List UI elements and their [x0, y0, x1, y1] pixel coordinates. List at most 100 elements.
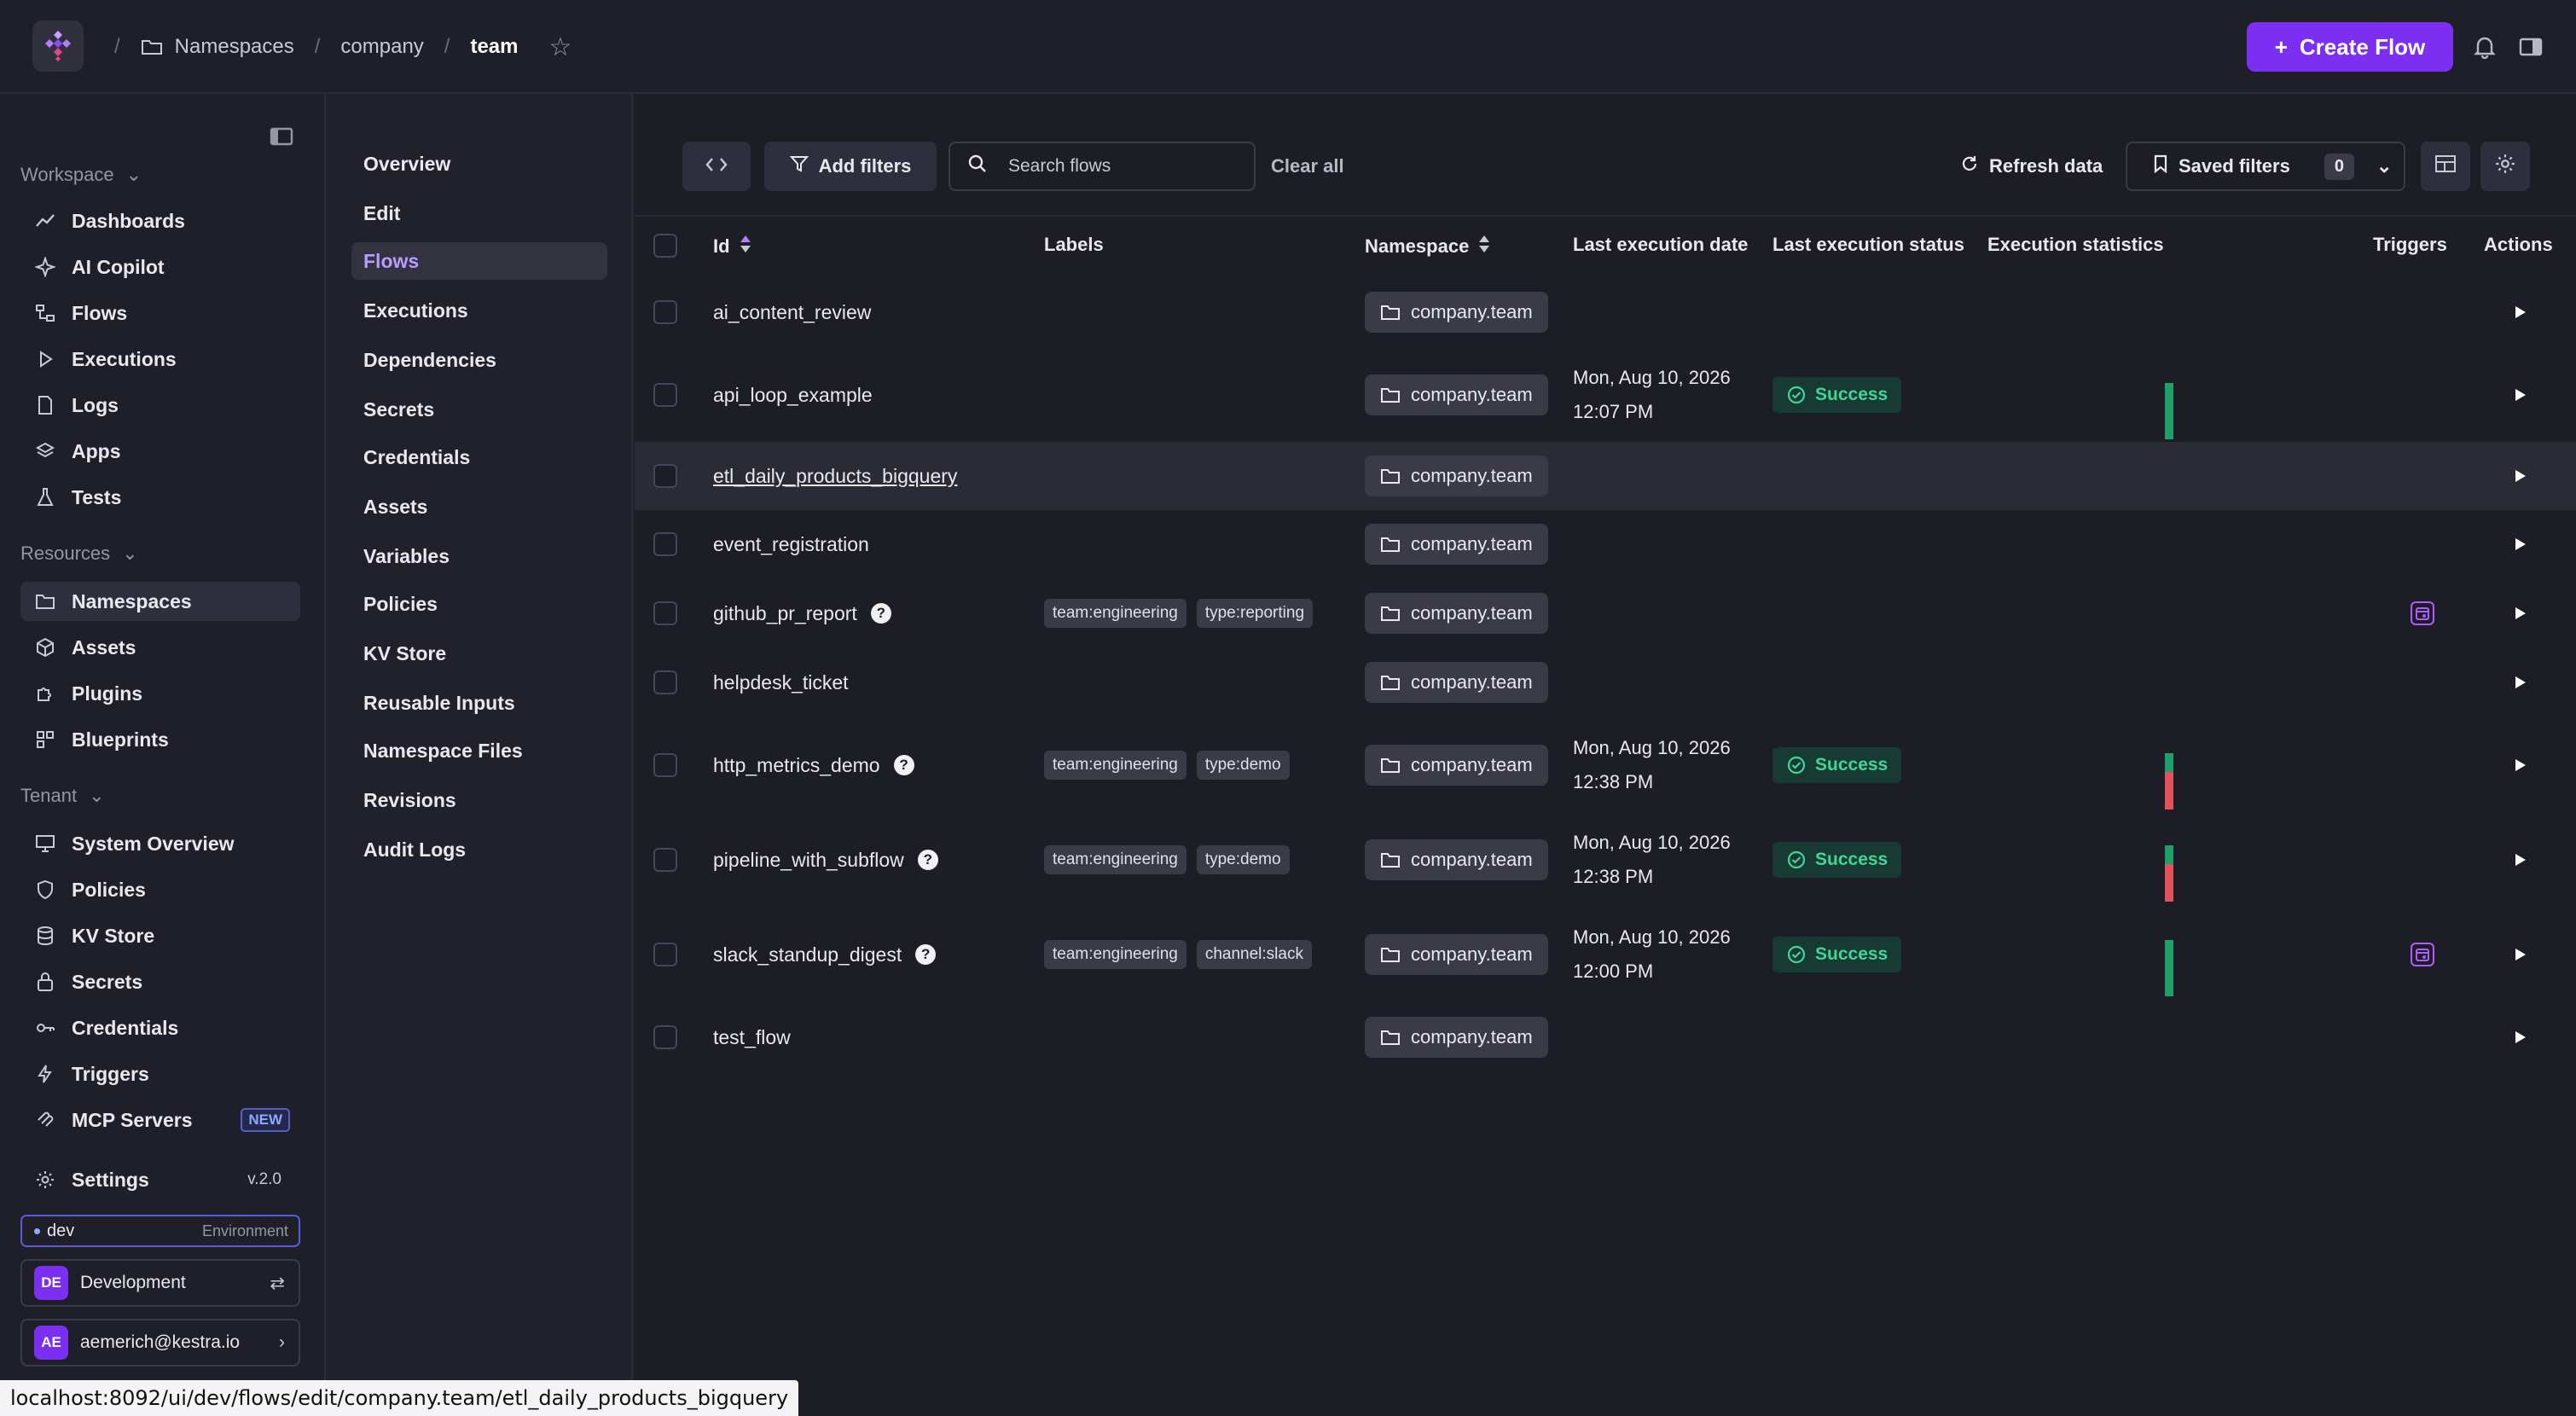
label-chip[interactable]: type:demo: [1196, 845, 1290, 874]
help-icon[interactable]: ?: [870, 603, 891, 624]
label-chip[interactable]: team:engineering: [1044, 599, 1186, 628]
status-badge[interactable]: Success: [1772, 842, 1902, 878]
table-view-button[interactable]: [2421, 142, 2470, 191]
stat-bar-success[interactable]: [2165, 753, 2173, 772]
subnav-secrets[interactable]: Secrets: [351, 391, 607, 428]
flow-id-link[interactable]: api_loop_example: [713, 384, 873, 407]
help-icon[interactable]: ?: [893, 755, 914, 775]
user-menu[interactable]: AE aemerich@kestra.io ›: [20, 1319, 300, 1367]
table-row[interactable]: github_pr_report? team:engineering type:re…: [635, 579, 2576, 647]
namespace-chip[interactable]: company.team: [1365, 662, 1548, 703]
environment-selector[interactable]: dev Environment: [20, 1215, 300, 1247]
section-resources[interactable]: Resources ⌄: [20, 543, 138, 565]
sidebar-item-kv-store[interactable]: KV Store: [20, 916, 300, 955]
saved-filters-dropdown[interactable]: Saved filters 0 ⌄: [2126, 142, 2405, 191]
run-flow-icon[interactable]: [2508, 299, 2533, 325]
sidebar-item-secrets[interactable]: Secrets: [20, 962, 300, 1001]
breadcrumb-namespaces[interactable]: Namespaces: [141, 35, 294, 59]
sidebar-item-assets[interactable]: Assets: [20, 628, 300, 667]
column-namespace[interactable]: Namespace: [1365, 234, 1491, 259]
sidebar-item-policies[interactable]: Policies: [20, 870, 300, 909]
sidebar-item-system-overview[interactable]: System Overview: [20, 824, 300, 863]
label-chip[interactable]: type:demo: [1196, 751, 1290, 780]
schedule-trigger-icon[interactable]: [2411, 601, 2434, 625]
subnav-policies[interactable]: Policies: [351, 585, 607, 623]
sidebar-item-logs[interactable]: Logs: [20, 386, 300, 425]
sidebar-item-flows[interactable]: Flows: [20, 293, 300, 333]
flow-id-link[interactable]: test_flow: [713, 1026, 791, 1049]
subnav-revisions[interactable]: Revisions: [351, 781, 607, 819]
subnav-audit-logs[interactable]: Audit Logs: [351, 831, 607, 868]
flow-id-link[interactable]: etl_daily_products_bigquery: [713, 465, 957, 488]
flow-id-link[interactable]: github_pr_report: [713, 602, 857, 625]
subnav-reusable-inputs[interactable]: Reusable Inputs: [351, 684, 607, 722]
flow-id-link[interactable]: slack_standup_digest: [713, 943, 902, 966]
namespace-chip[interactable]: company.team: [1365, 593, 1548, 634]
status-badge[interactable]: Success: [1772, 377, 1902, 413]
star-icon[interactable]: ☆: [549, 32, 572, 62]
row-checkbox[interactable]: [653, 1025, 677, 1049]
sidebar-item-settings[interactable]: Settings v.2.0: [20, 1160, 300, 1199]
code-view-button[interactable]: [682, 142, 751, 191]
flow-id-link[interactable]: http_metrics_demo: [713, 754, 880, 777]
run-flow-icon[interactable]: [2508, 752, 2533, 778]
flow-id-link[interactable]: helpdesk_ticket: [713, 671, 849, 694]
table-row[interactable]: pipeline_with_subflow? team:engineering ty…: [635, 813, 2576, 907]
namespace-chip[interactable]: company.team: [1365, 292, 1548, 333]
sidebar-item-executions[interactable]: Executions: [20, 339, 300, 379]
sidebar-item-namespaces[interactable]: Namespaces: [20, 582, 300, 621]
subnav-overview[interactable]: Overview: [351, 145, 607, 183]
sidebar-item-apps[interactable]: Apps: [20, 432, 300, 471]
subnav-executions[interactable]: Executions: [351, 292, 607, 329]
subnav-flows[interactable]: Flows: [351, 242, 607, 280]
subnav-edit[interactable]: Edit: [351, 194, 607, 232]
table-row[interactable]: helpdesk_ticket company.team: [635, 648, 2576, 717]
refresh-data-button[interactable]: Refresh data: [1960, 142, 2103, 191]
status-badge[interactable]: Success: [1772, 747, 1902, 783]
tenant-switcher[interactable]: DE Development ⇄: [20, 1259, 300, 1307]
row-checkbox[interactable]: [653, 383, 677, 407]
add-filters-button[interactable]: Add filters: [764, 142, 937, 191]
row-checkbox[interactable]: [653, 464, 677, 488]
row-checkbox[interactable]: [653, 532, 677, 556]
row-checkbox[interactable]: [653, 601, 677, 625]
sidebar-collapse-icon[interactable]: [270, 126, 295, 148]
schedule-trigger-icon[interactable]: [2411, 943, 2434, 966]
subnav-variables[interactable]: Variables: [351, 537, 607, 575]
sidebar-item-ai-copilot[interactable]: AI Copilot: [20, 247, 300, 287]
sidebar-item-triggers[interactable]: Triggers: [20, 1054, 300, 1094]
namespace-chip[interactable]: company.team: [1365, 374, 1548, 415]
row-checkbox[interactable]: [653, 300, 677, 324]
sidebar-item-plugins[interactable]: Plugins: [20, 674, 300, 713]
namespace-chip[interactable]: company.team: [1365, 524, 1548, 565]
namespace-chip[interactable]: company.team: [1365, 456, 1548, 496]
panel-toggle-icon[interactable]: [2516, 32, 2545, 61]
run-flow-icon[interactable]: [2508, 942, 2533, 967]
row-checkbox[interactable]: [653, 753, 677, 777]
flow-id-link[interactable]: event_registration: [713, 533, 869, 556]
subnav-kv-store[interactable]: KV Store: [351, 635, 607, 672]
status-badge[interactable]: Success: [1772, 937, 1902, 972]
run-flow-icon[interactable]: [2508, 382, 2533, 408]
table-row[interactable]: http_metrics_demo? team:engineering type:d…: [635, 716, 2576, 815]
column-settings-button[interactable]: [2480, 142, 2530, 191]
column-id[interactable]: Id: [713, 234, 752, 259]
stat-bar-success[interactable]: [2165, 383, 2173, 439]
help-icon[interactable]: ?: [915, 944, 937, 965]
select-all-checkbox[interactable]: [653, 234, 677, 258]
label-chip[interactable]: team:engineering: [1044, 751, 1186, 780]
namespace-chip[interactable]: company.team: [1365, 839, 1548, 880]
breadcrumb-company[interactable]: company: [340, 35, 423, 59]
row-checkbox[interactable]: [653, 670, 677, 694]
row-checkbox[interactable]: [653, 943, 677, 966]
table-row[interactable]: slack_standup_digest? team:engineering cha…: [635, 908, 2576, 1001]
section-tenant[interactable]: Tenant ⌄: [20, 785, 105, 807]
run-flow-icon[interactable]: [2508, 531, 2533, 557]
checkbox[interactable]: [653, 234, 677, 258]
create-flow-button[interactable]: + Create Flow: [2247, 22, 2453, 72]
stat-bar-failed[interactable]: [2165, 772, 2173, 810]
label-chip[interactable]: channel:slack: [1196, 940, 1312, 969]
run-flow-icon[interactable]: [2508, 463, 2533, 489]
search-input[interactable]: [1008, 156, 1230, 177]
sidebar-item-blueprints[interactable]: Blueprints: [20, 720, 300, 759]
